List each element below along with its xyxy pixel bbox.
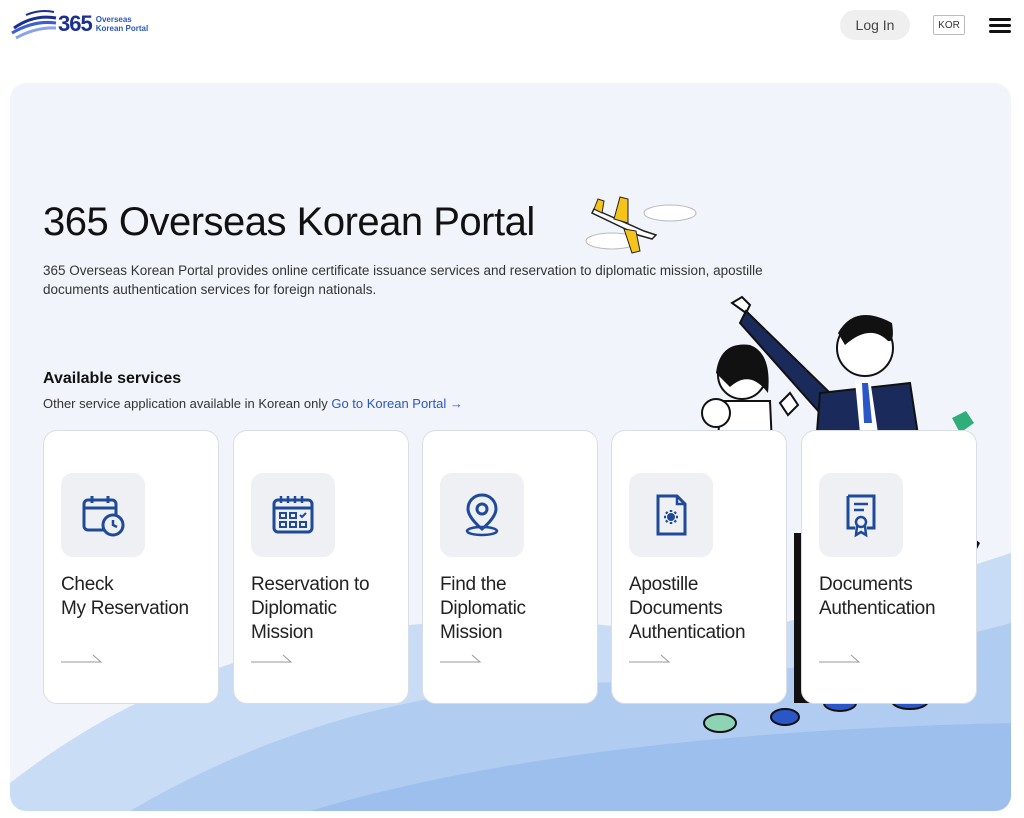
page-title: 365 Overseas Korean Portal [43,200,535,244]
calendar-clock-icon [82,496,125,537]
login-button[interactable]: Log In [840,10,910,40]
service-cards: Check My Reservation Reservation to Dipl… [43,430,978,705]
service-card-find-diplomatic-mission[interactable]: Find the Diplomatic Mission [422,430,598,704]
arrow-right-icon [251,654,293,663]
card-icon-box [251,473,335,557]
hamburger-menu-icon[interactable] [986,12,1014,38]
logo-line-1: Overseas [95,15,132,24]
arrow-right-icon [61,654,103,663]
hero-panel: 365 Overseas Korean Portal 365 Overseas … [10,83,1011,811]
services-subtext-label: Other service application available in K… [43,396,332,411]
services-subtext: Other service application available in K… [43,396,463,411]
logo-text: Overseas Korean Portal [96,15,148,33]
card-label: Check My Reservation [61,574,189,619]
card-icon-box [819,473,903,557]
logo-swoosh-icon [11,10,57,40]
card-icon-box [440,473,524,557]
card-label: Documents Authentication [819,574,936,619]
korean-portal-link[interactable]: Go to Korean Portal → [331,396,463,411]
site-header: 365 Overseas Korean Portal Log In KOR [0,0,1024,56]
document-gear-icon [656,494,687,536]
portal-logo[interactable]: 365 Overseas Korean Portal [10,6,170,42]
card-label: Apostille Documents Authentication [629,574,746,643]
service-card-documents-authentication[interactable]: Documents Authentication [801,430,977,704]
service-card-reservation-diplomatic-mission[interactable]: Reservation to Diplomatic Mission [233,430,409,704]
airplane-illustration-icon [585,196,697,254]
logo-line-2: Korean Portal [95,24,149,33]
service-card-check-reservation[interactable]: Check My Reservation [43,430,219,704]
arrow-right-icon [819,654,861,663]
services-heading: Available services [43,370,182,387]
card-label: Find the Diplomatic Mission [440,574,526,643]
language-button[interactable]: KOR [933,15,965,35]
calendar-check-icon [272,496,314,534]
arrow-right-icon [440,654,482,663]
card-icon-box [629,473,713,557]
card-icon-box [61,473,145,557]
logo-number: 365 [58,11,93,36]
map-pin-icon [465,493,499,537]
service-card-apostille-documents[interactable]: Apostille Documents Authentication [611,430,787,704]
card-label: Reservation to Diplomatic Mission [251,574,370,643]
hero-description: 365 Overseas Korean Portal provides onli… [43,263,763,297]
arrow-right-icon [629,654,671,663]
certificate-icon [846,494,876,538]
